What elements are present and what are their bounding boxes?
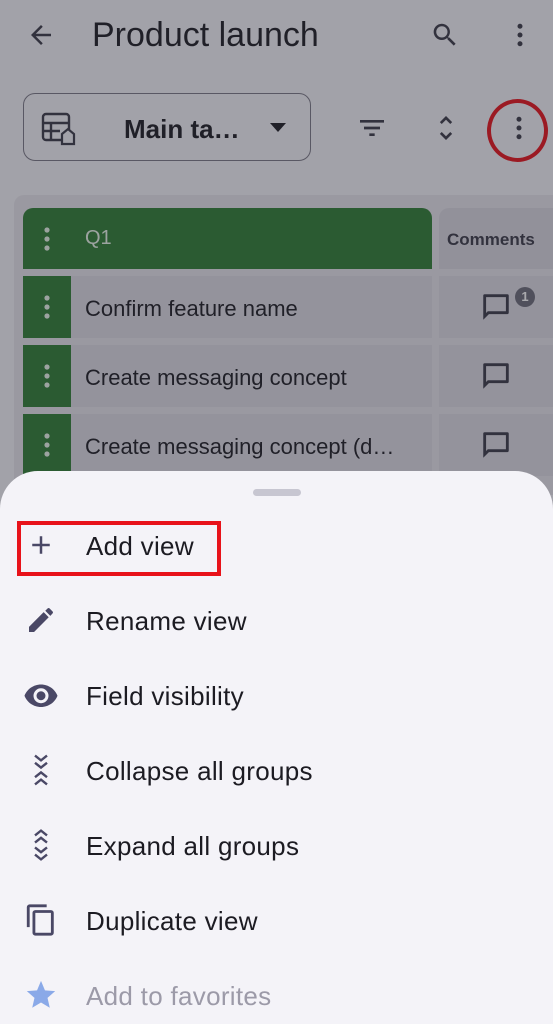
menu-item-label: Duplicate view	[86, 906, 258, 936]
menu-item-label: Add to favorites	[86, 981, 272, 1011]
menu-item-label: Collapse all groups	[86, 756, 313, 786]
menu-item-collapse-all-groups[interactable]: Collapse all groups	[0, 736, 553, 811]
menu-item-label: Field visibility	[86, 681, 244, 711]
menu-item-add-view[interactable]: Add view	[0, 511, 553, 586]
collapse-icon	[20, 749, 62, 791]
star-icon	[20, 974, 62, 1016]
bottom-sheet: Add view Rename view Field visibility Co…	[0, 471, 553, 1024]
copy-icon	[20, 899, 62, 941]
plus-icon	[20, 524, 62, 566]
menu-item-label: Add view	[86, 531, 194, 561]
pencil-icon	[20, 599, 62, 641]
eye-icon	[20, 674, 62, 716]
drag-handle[interactable]	[253, 489, 301, 496]
menu-item-rename-view[interactable]: Rename view	[0, 586, 553, 661]
menu-item-field-visibility[interactable]: Field visibility	[0, 661, 553, 736]
menu-item-duplicate-view[interactable]: Duplicate view	[0, 886, 553, 961]
menu-item-label: Rename view	[86, 606, 247, 636]
menu-item-add-to-favorites[interactable]: Add to favorites	[0, 961, 553, 1024]
menu-item-expand-all-groups[interactable]: Expand all groups	[0, 811, 553, 886]
menu-item-label: Expand all groups	[86, 831, 300, 861]
expand-icon	[20, 824, 62, 866]
